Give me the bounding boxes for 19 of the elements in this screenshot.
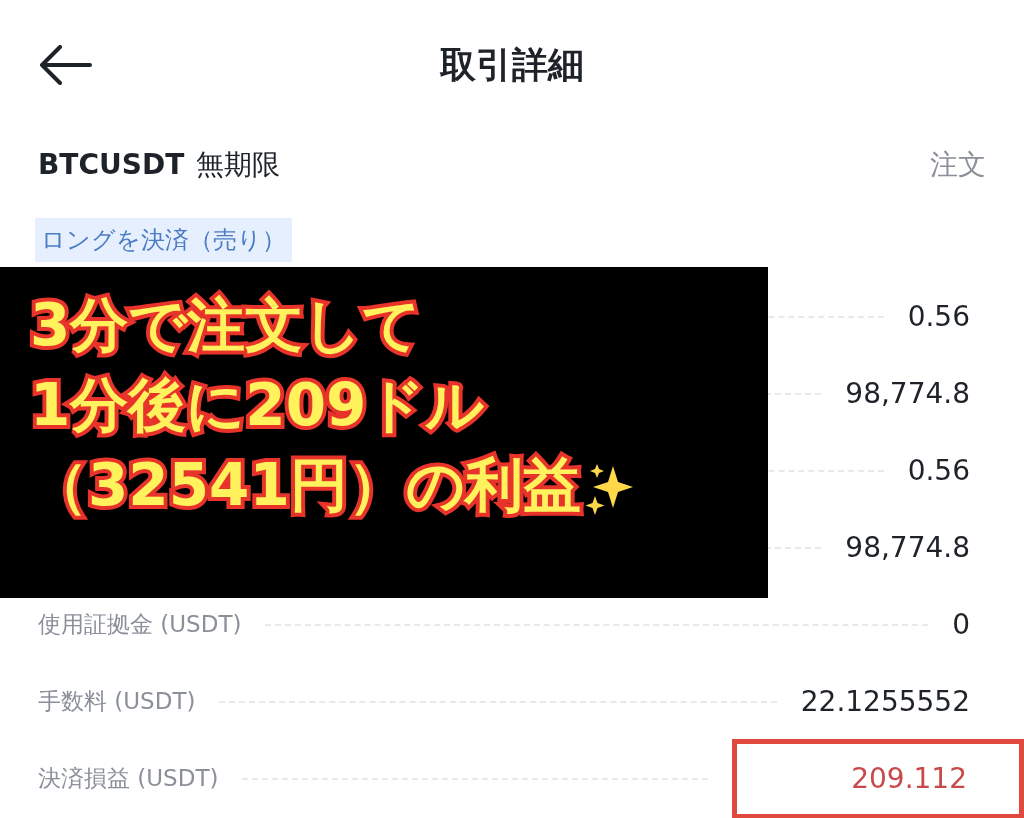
back-arrow-icon[interactable] xyxy=(38,45,92,85)
caption-text: 3分で注文して xyxy=(30,296,422,354)
row-value: 0.56 xyxy=(907,298,970,335)
caption-text: 1分後に209ドル xyxy=(30,376,485,434)
row-label: 使用証拠金 (USDT) xyxy=(38,610,242,640)
row-value: 98,774.8 xyxy=(845,529,970,566)
row-value: 22.1255552 xyxy=(800,683,970,720)
page-title: 取引詳細 xyxy=(440,43,584,87)
symbol-name: BTCUSDT xyxy=(38,147,185,183)
order-type: 注文 xyxy=(930,147,986,183)
row-value: 0.56 xyxy=(907,452,970,489)
contract-type: 無期限 xyxy=(196,147,281,183)
row-label: 手数料 (USDT) xyxy=(38,687,196,717)
row-value: 209.112 xyxy=(732,738,1024,818)
row-value: 98,774.8 xyxy=(845,375,970,412)
caption-text: （32541円）の利益 xyxy=(30,456,581,514)
side-tag: ロングを決済（売り） xyxy=(35,218,292,262)
row-value: 0 xyxy=(952,606,970,643)
row-label: 決済損益 (USDT) xyxy=(38,764,219,794)
